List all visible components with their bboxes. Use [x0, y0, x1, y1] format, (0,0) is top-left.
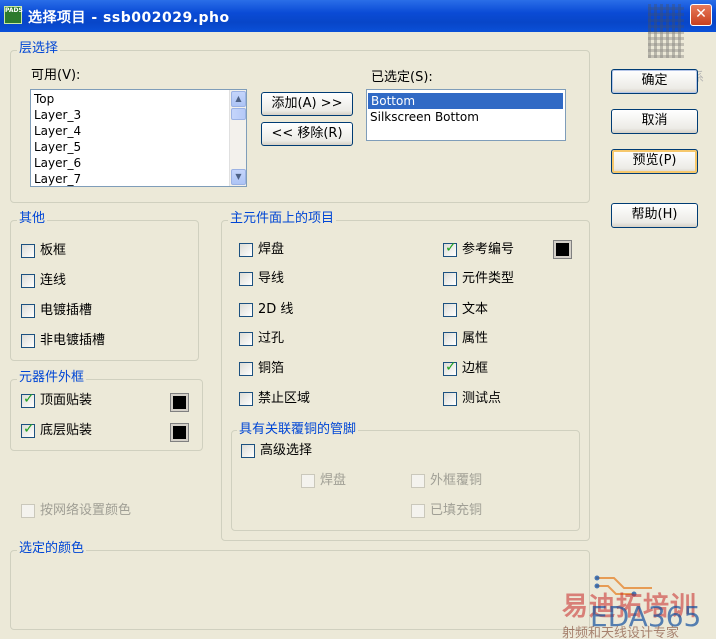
checkbox-box[interactable] [21, 244, 35, 258]
watermark-qr-icon [648, 4, 684, 58]
available-scrollbar[interactable]: ▲ ▼ [229, 90, 246, 186]
checkbox-box[interactable] [21, 304, 35, 318]
checkbox-label: 禁止区域 [258, 391, 311, 406]
add-button[interactable]: 添加(A) >> [261, 92, 353, 116]
check-icon: ✓ [445, 240, 457, 256]
checkbox-box[interactable] [239, 362, 253, 376]
top-mount-color-swatch[interactable] [170, 393, 189, 412]
checkbox-box[interactable] [21, 334, 35, 348]
component-outline-label: 元器件外框 [17, 370, 87, 386]
ref-des-color-swatch[interactable] [553, 240, 572, 259]
checkbox-box[interactable] [443, 272, 457, 286]
window-title: 选择项目 - ssb002029.pho [28, 10, 230, 26]
checkbox-label: 底层贴装 [40, 423, 93, 438]
list-item[interactable]: Silkscreen Bottom [370, 109, 479, 125]
available-list[interactable]: Top Layer_3 Layer_4 Layer_5 Layer_6 Laye… [30, 89, 247, 187]
checkbox-box[interactable] [239, 272, 253, 286]
ok-button[interactable]: 确定 [611, 69, 698, 94]
checkbox-box[interactable] [443, 392, 457, 406]
checkbox-box[interactable] [21, 274, 35, 288]
title-bar[interactable]: PADS 选择项目 - ssb002029.pho ✕ [0, 0, 716, 32]
checkbox-label: 板框 [40, 243, 67, 258]
dialog-window: PADS 选择项目 - ssb002029.pho ✕ 言联系 层选择 可用(V… [0, 0, 716, 639]
checkbox-label: 属性 [462, 331, 489, 346]
checkbox-box[interactable]: ✓ [21, 391, 35, 408]
checkbox-label: 元件类型 [462, 271, 515, 286]
checkbox-label: 参考编号 [462, 242, 515, 257]
checkbox-box[interactable] [443, 332, 457, 346]
list-item[interactable]: Layer_3 [34, 107, 81, 123]
close-button[interactable]: ✕ [690, 4, 712, 26]
checkbox-label: 2D 线 [258, 302, 294, 317]
check-icon: ✓ [23, 391, 35, 407]
checkbox-label: 电镀插槽 [40, 303, 93, 318]
selected-list[interactable]: Bottom Silkscreen Bottom [366, 89, 566, 141]
checkbox-box[interactable]: ✓ [443, 240, 457, 257]
scroll-thumb[interactable] [231, 108, 246, 120]
checkbox-box [411, 504, 425, 518]
check-icon: ✓ [445, 359, 457, 375]
checkbox-label: 测试点 [462, 391, 502, 406]
checkbox-label: 高级选择 [260, 443, 313, 458]
list-item[interactable]: Layer_4 [34, 123, 81, 139]
checkbox-label: 按网络设置颜色 [40, 503, 132, 518]
checkbox-label: 连线 [40, 273, 67, 288]
bottom-mount-color-swatch[interactable] [170, 423, 189, 442]
checkbox-label: 导线 [258, 271, 285, 286]
selected-label: 已选定(S): [371, 70, 433, 85]
checkbox-label: 焊盘 [258, 242, 285, 257]
checkbox-box [21, 504, 35, 518]
other-label: 其他 [17, 211, 48, 227]
checkbox-label: 顶面贴装 [40, 393, 93, 408]
list-item[interactable]: Layer_6 [34, 155, 81, 171]
selected-color-group [10, 550, 590, 630]
checkbox-label: 已填充铜 [430, 503, 483, 518]
checkbox-box[interactable] [239, 303, 253, 317]
copper-pins-label: 具有关联覆铜的管脚 [237, 422, 359, 438]
checkbox-box[interactable]: ✓ [443, 359, 457, 376]
watermark-sub: 射频和天线设计专家 [562, 626, 680, 639]
check-icon: ✓ [23, 421, 35, 437]
checkbox-label: 焊盘 [320, 473, 347, 488]
preview-button[interactable]: 预览(P) [611, 149, 698, 174]
checkbox-box[interactable] [443, 303, 457, 317]
list-item[interactable]: Layer_7 [34, 171, 81, 186]
checkbox-label: 边框 [462, 361, 489, 376]
checkbox-label: 文本 [462, 302, 489, 317]
app-icon: PADS [4, 6, 23, 24]
checkbox-label: 过孔 [258, 331, 285, 346]
list-item[interactable]: Layer_5 [34, 139, 81, 155]
checkbox-label: 非电镀插槽 [40, 333, 106, 348]
checkbox-box[interactable] [239, 392, 253, 406]
checkbox-box [301, 474, 315, 488]
layer-select-label: 层选择 [17, 41, 61, 57]
checkbox-box[interactable] [239, 332, 253, 346]
checkbox-label: 铜箔 [258, 361, 285, 376]
selected-color-label: 选定的颜色 [17, 541, 87, 557]
primary-items-label: 主元件面上的项目 [228, 211, 337, 227]
help-button[interactable]: 帮助(H) [611, 203, 698, 228]
scroll-down-icon[interactable]: ▼ [231, 169, 246, 185]
checkbox-box[interactable] [239, 243, 253, 257]
list-item[interactable]: Bottom [368, 93, 563, 109]
cancel-button[interactable]: 取消 [611, 109, 698, 134]
checkbox-box[interactable] [241, 444, 255, 458]
checkbox-label: 外框覆铜 [430, 473, 483, 488]
checkbox-box[interactable]: ✓ [21, 421, 35, 438]
scroll-up-icon[interactable]: ▲ [231, 91, 246, 107]
remove-button[interactable]: << 移除(R) [261, 122, 353, 146]
list-item[interactable]: Top [34, 91, 54, 107]
checkbox-box [411, 474, 425, 488]
available-label: 可用(V): [31, 68, 81, 83]
